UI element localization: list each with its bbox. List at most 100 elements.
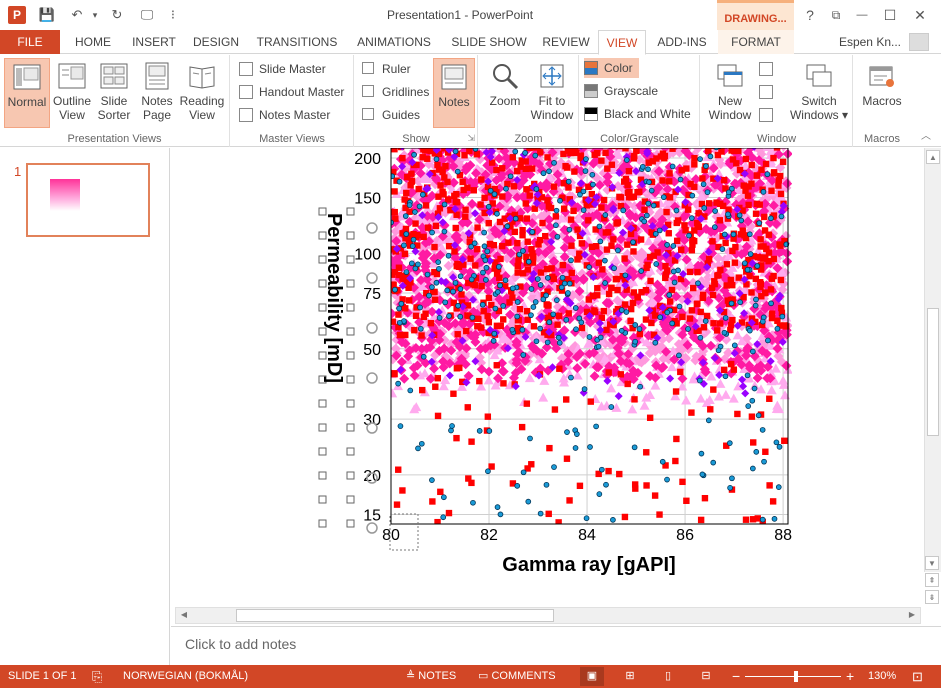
- scroll-left-icon[interactable]: ◀: [177, 608, 191, 622]
- tab-format[interactable]: FORMAT: [718, 30, 794, 54]
- data-point: [470, 499, 476, 506]
- black-and-white-button[interactable]: Black and White: [584, 104, 691, 124]
- zoom-level[interactable]: 130%: [868, 665, 896, 688]
- tab-view[interactable]: VIEW: [598, 30, 646, 55]
- horizontal-scrollbar[interactable]: ◀ ▶: [175, 607, 921, 624]
- slide-indicator: SLIDE 1 OF 1: [8, 670, 77, 682]
- data-point: [697, 516, 705, 524]
- redo-icon[interactable]: ↻: [108, 6, 126, 24]
- tab-slide-show[interactable]: SLIDE SHOW: [444, 30, 534, 54]
- slide-canvas[interactable]: 15 20 30 50 75 100 150 200 80 82 84 86 88 Gamma ray …: [171, 148, 924, 606]
- move-split-button[interactable]: [759, 105, 773, 125]
- notes-toggle-button[interactable]: Notes: [433, 58, 475, 128]
- notes-status-button[interactable]: ≜ NOTES: [406, 665, 456, 688]
- tab-insert[interactable]: INSERT: [126, 30, 182, 54]
- data-point: [556, 339, 563, 346]
- undo-dropdown-icon[interactable]: ▾: [86, 6, 104, 24]
- slide-show-status-icon[interactable]: ⊟: [694, 667, 718, 686]
- outline-view-button[interactable]: Outline View: [52, 58, 92, 128]
- gridlines-checkbox[interactable]: Gridlines: [362, 82, 429, 102]
- close-button[interactable]: ✕: [907, 4, 933, 26]
- vertical-scrollbar[interactable]: ▲: [924, 148, 941, 572]
- data-point: [553, 297, 560, 303]
- macros-button[interactable]: Macros: [857, 58, 907, 128]
- notes-page-button[interactable]: Notes Page: [136, 58, 178, 128]
- slide-sorter-status-icon[interactable]: ⊞: [618, 667, 642, 686]
- zoom-in-button[interactable]: +: [846, 665, 854, 688]
- data-point: [522, 165, 529, 173]
- data-point: [480, 269, 486, 276]
- zoom-slider[interactable]: [745, 676, 841, 677]
- restore-button[interactable]: ☐: [877, 4, 903, 26]
- fit-slide-icon[interactable]: ⊡: [912, 665, 923, 688]
- help-button[interactable]: ?: [797, 4, 823, 26]
- switch-windows-button[interactable]: Switch Windows ▾: [789, 58, 849, 128]
- tab-design[interactable]: DESIGN: [186, 30, 246, 54]
- notes-pane[interactable]: Click to add notes: [171, 626, 941, 665]
- tab-transitions[interactable]: TRANSITIONS: [250, 30, 344, 54]
- comments-button[interactable]: ▭ COMMENTS: [478, 665, 556, 688]
- zoom-slider-thumb[interactable]: [794, 671, 798, 682]
- reading-view-button[interactable]: Reading View: [178, 58, 226, 128]
- account-name[interactable]: Espen Kn...: [839, 35, 901, 49]
- tab-animations[interactable]: ANIMATIONS: [348, 30, 440, 54]
- color-button[interactable]: Color: [584, 58, 639, 78]
- slide-sorter-button[interactable]: Slide Sorter: [94, 58, 134, 128]
- undo-icon[interactable]: ↶: [68, 6, 86, 24]
- data-point: [726, 440, 733, 446]
- collapse-ribbon-icon[interactable]: ︿: [921, 127, 931, 142]
- notes-master-button[interactable]: Notes Master: [239, 105, 330, 125]
- scatter-chart[interactable]: 152030507510015020080 82 84 86 88 Gamma ray …: [171, 148, 924, 606]
- normal-view-button[interactable]: Normal: [4, 58, 50, 128]
- data-point: [681, 395, 692, 405]
- language-indicator[interactable]: NORWEGIAN (BOKMÅL): [123, 665, 248, 688]
- tab-file[interactable]: FILE: [0, 30, 60, 54]
- data-point: [458, 291, 465, 298]
- data-point: [634, 293, 641, 301]
- data-point: [685, 326, 691, 332]
- resize-handle: [346, 279, 355, 288]
- zoom-out-button[interactable]: −: [732, 665, 740, 688]
- normal-view-status-icon[interactable]: ▣: [580, 667, 604, 686]
- tab-home[interactable]: HOME: [64, 30, 122, 54]
- ruler-checkbox[interactable]: Ruler: [362, 59, 411, 79]
- save-icon[interactable]: 💾: [38, 6, 56, 24]
- ribbon-display-options-button[interactable]: ⧉: [823, 4, 849, 26]
- slide-thumbnail[interactable]: [26, 163, 150, 237]
- zoom-button[interactable]: Zoom: [483, 58, 527, 128]
- data-point: [457, 286, 464, 292]
- reading-view-status-icon[interactable]: ▯: [656, 667, 680, 686]
- slide-master-button[interactable]: Slide Master: [239, 59, 326, 79]
- arrange-all-button[interactable]: [759, 59, 773, 79]
- ribbon: Normal Outline View Slide Sorter Notes P…: [0, 55, 941, 147]
- tab-review[interactable]: REVIEW: [538, 30, 594, 54]
- minimize-button[interactable]: —: [849, 4, 875, 26]
- data-point: [649, 158, 656, 165]
- avatar[interactable]: [909, 33, 929, 51]
- data-point: [599, 466, 605, 473]
- previous-slide-icon[interactable]: ⇞: [925, 573, 939, 587]
- tab-add-ins[interactable]: ADD-INS: [650, 30, 714, 54]
- next-slide-icon[interactable]: ⇟: [925, 590, 939, 604]
- start-from-beginning-icon[interactable]: 🖵: [138, 6, 156, 24]
- data-point: [554, 321, 561, 328]
- new-window-button[interactable]: New Window: [705, 58, 755, 128]
- fit-to-window-button[interactable]: Fit to Window: [529, 58, 575, 128]
- spelling-icon[interactable]: ⎘: [92, 665, 102, 688]
- scroll-down-icon[interactable]: ▼: [925, 556, 939, 570]
- vertical-scroll-thumb[interactable]: [927, 308, 939, 436]
- data-point: [391, 148, 398, 153]
- customize-qat-icon[interactable]: ⁝: [164, 6, 182, 24]
- data-point: [528, 286, 535, 292]
- powerpoint-app-icon[interactable]: P: [8, 6, 26, 24]
- data-point: [441, 201, 448, 208]
- scroll-up-icon[interactable]: ▲: [926, 150, 940, 164]
- notes-placeholder[interactable]: Click to add notes: [185, 636, 296, 652]
- guides-checkbox[interactable]: Guides: [362, 105, 420, 125]
- handout-master-button[interactable]: Handout Master: [239, 82, 344, 102]
- cascade-button[interactable]: [759, 82, 773, 102]
- data-point: [614, 392, 623, 401]
- grayscale-button[interactable]: Grayscale: [584, 81, 658, 101]
- horizontal-scroll-thumb[interactable]: [236, 609, 554, 622]
- scroll-right-icon[interactable]: ▶: [905, 608, 919, 622]
